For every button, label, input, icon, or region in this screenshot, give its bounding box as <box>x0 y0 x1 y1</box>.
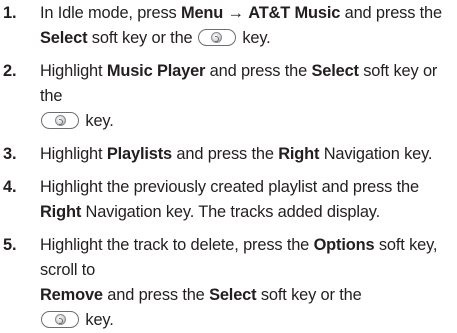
right-label: Right <box>40 203 82 221</box>
select-label: Select <box>40 29 88 47</box>
instruction-steps: 1. In Idle mode, press Menu → AT&T Music … <box>2 1 455 333</box>
select-label: Select <box>311 62 359 80</box>
ok-button-center-icon <box>54 115 66 126</box>
ok-button-center-icon <box>211 32 223 43</box>
select-label: Select <box>209 286 257 304</box>
step-1: 1. In Idle mode, press Menu → AT&T Music … <box>2 1 455 51</box>
att-music-label: AT&T Music <box>248 4 341 22</box>
step-text: In Idle mode, press <box>40 4 181 22</box>
remove-label: Remove <box>40 286 103 304</box>
right-label: Right <box>278 145 320 163</box>
options-label: Options <box>313 236 375 254</box>
menu-label: Menu <box>180 4 224 22</box>
ok-button-center-icon <box>54 314 66 325</box>
arrow-icon: → <box>227 4 244 22</box>
playlists-label: Playlists <box>106 145 173 163</box>
step-number: 4. <box>3 178 17 196</box>
ok-select-key-icon <box>197 29 236 46</box>
music-player-label: Music Player <box>106 62 206 80</box>
step-number: 2. <box>3 62 17 80</box>
step-number: 5. <box>3 236 17 254</box>
step-2: 2. Highlight Music Player and press the S… <box>2 59 455 134</box>
step-5: 5. Highlight the track to delete, press t… <box>2 233 455 333</box>
step-number: 1. <box>3 4 17 22</box>
ok-select-key-icon <box>41 112 79 129</box>
step-number: 3. <box>3 145 17 163</box>
step-3: 3. Highlight Playlists and press the Righ… <box>2 142 455 167</box>
ok-select-key-icon <box>41 311 79 328</box>
step-4: 4. Highlight the previously created playl… <box>2 175 455 225</box>
